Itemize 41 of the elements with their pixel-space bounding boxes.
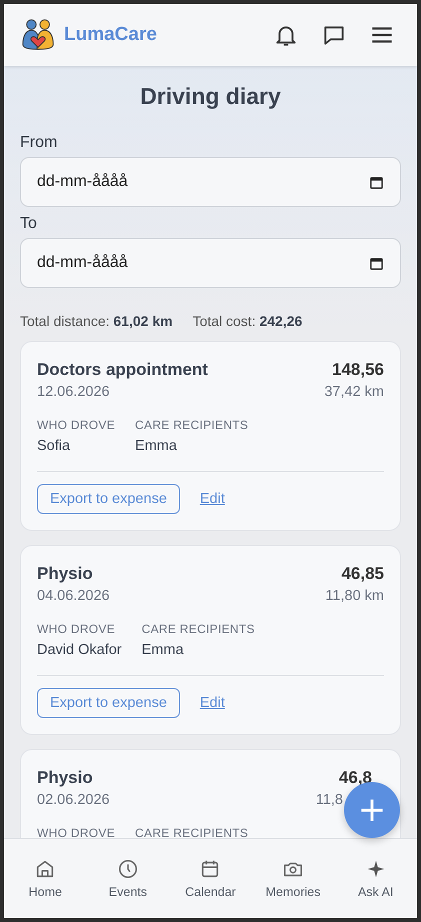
- field-label: WHO DROVE: [37, 826, 116, 838]
- nav-item[interactable]: Memories: [252, 839, 334, 918]
- field-label: To: [20, 215, 38, 233]
- field-label: WHO DROVE: [37, 418, 116, 432]
- trip-date: 02.06.2026: [37, 792, 110, 808]
- calendar-icon[interactable]: [369, 256, 384, 270]
- field-label: CARE RECIPIENTS: [142, 622, 255, 636]
- date-field[interactable]: dd-mm-åååå: [20, 157, 401, 207]
- total-summary: Total cost: 242,26: [192, 313, 302, 329]
- nav-item[interactable]: Ask AI: [334, 839, 417, 918]
- field-label: From: [20, 134, 58, 152]
- nav-item[interactable]: Home: [4, 839, 87, 918]
- edit-link[interactable]: Edit: [200, 491, 225, 507]
- field-label: WHO DROVE: [37, 622, 116, 636]
- trip-cost: 148,56: [332, 360, 384, 380]
- field-value: Emma: [135, 438, 178, 454]
- field-label: CARE RECIPIENTS: [135, 826, 248, 838]
- nav-item[interactable]: Calendar: [169, 839, 252, 918]
- trip-cost: 46,85: [341, 564, 384, 584]
- total-summary: Total distance: 61,02 km: [20, 313, 173, 329]
- export-button[interactable]: Export to expense: [37, 688, 180, 718]
- field-value: David Okafor: [37, 642, 122, 658]
- page-title: Driving diary: [139, 83, 282, 110]
- trip-title: Physio: [37, 768, 93, 788]
- edit-link[interactable]: Edit: [200, 695, 225, 711]
- trip-distance: 11,80 km: [325, 588, 384, 604]
- trip-distance: 11,8: [316, 792, 343, 808]
- export-button[interactable]: Export to expense: [37, 484, 180, 514]
- trip-distance: 37,42 km: [324, 384, 384, 400]
- calendar-icon[interactable]: [369, 174, 384, 190]
- trip-date: 12.06.2026: [37, 384, 110, 400]
- field-label: CARE RECIPIENTS: [135, 418, 248, 432]
- field-value: Emma: [142, 642, 185, 658]
- app-name: LumaCare: [64, 24, 157, 46]
- trip-date: 04.06.2026: [37, 588, 110, 604]
- nav-item[interactable]: Events: [86, 839, 170, 918]
- date-field[interactable]: dd-mm-åååå: [20, 238, 401, 288]
- trip-title: Physio: [37, 564, 93, 584]
- trip-title: Doctors appointment: [37, 360, 208, 380]
- clock-icon: [116, 858, 139, 880]
- field-value: Sofia: [37, 438, 72, 454]
